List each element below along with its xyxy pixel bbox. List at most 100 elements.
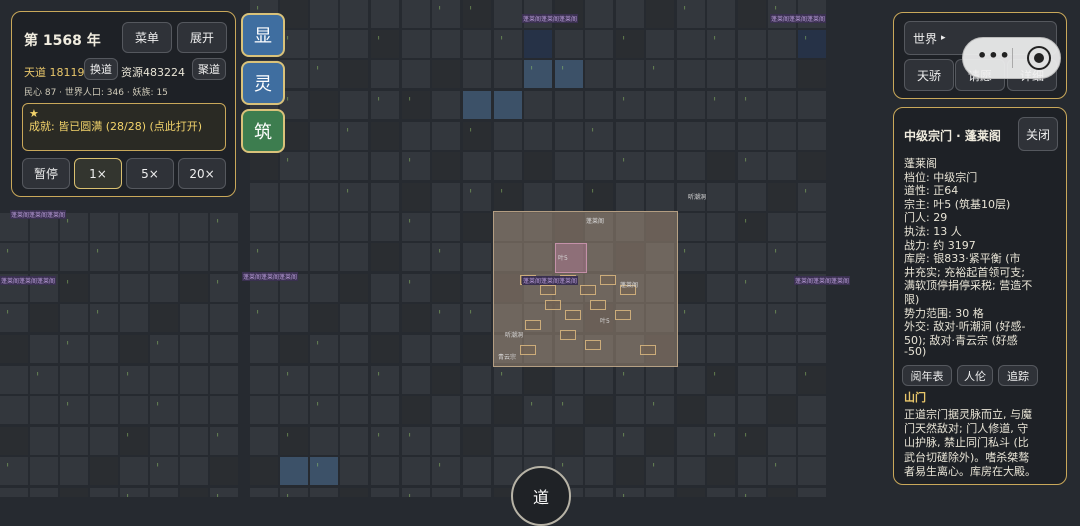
map-tile[interactable] [340,183,368,211]
map-tile[interactable] [310,457,338,485]
map-tile[interactable] [494,0,522,28]
map-tile[interactable] [150,243,178,271]
map-tile[interactable] [798,304,826,332]
map-tile[interactable] [310,488,338,497]
map-tile[interactable] [371,91,399,119]
speed-5x-button[interactable]: 5× [126,158,174,189]
map-tile[interactable] [60,274,88,302]
map-tile[interactable] [524,427,552,455]
map-tile[interactable] [90,335,118,363]
map-tile[interactable] [463,183,491,211]
expand-button[interactable]: 展开 [177,22,227,53]
map-tile[interactable] [677,213,705,241]
map-tile[interactable] [340,366,368,394]
map-tile[interactable] [310,152,338,180]
map-tile[interactable] [310,183,338,211]
map-tile[interactable] [180,457,208,485]
map-tile[interactable] [494,122,522,150]
map-tile[interactable] [340,60,368,88]
map-tile[interactable] [677,60,705,88]
map-tile[interactable] [90,366,118,394]
map-tile[interactable] [310,304,338,332]
map-tile[interactable] [340,457,368,485]
map-tile[interactable] [798,122,826,150]
map-tile[interactable] [768,213,796,241]
map-tile[interactable] [677,30,705,58]
map-tile[interactable] [677,396,705,424]
map-tile[interactable] [371,335,399,363]
map-tile[interactable] [371,183,399,211]
map-tile[interactable] [738,274,766,302]
map-tile[interactable] [280,488,308,497]
map-tile[interactable] [463,427,491,455]
map-tile[interactable] [180,427,208,455]
map-tile[interactable] [250,335,278,363]
map-tile[interactable] [402,427,430,455]
map-tile[interactable] [798,427,826,455]
map-tile[interactable] [310,0,338,28]
map-tile[interactable] [432,60,460,88]
map-tile[interactable] [707,366,735,394]
map-tile[interactable] [250,183,278,211]
map-tile[interactable] [432,366,460,394]
map-tile[interactable] [585,183,613,211]
map-tile[interactable] [30,335,58,363]
map-tile[interactable] [150,457,178,485]
map-tile[interactable] [371,488,399,497]
map-tile[interactable] [30,304,58,332]
map-tile[interactable] [402,122,430,150]
map-tile[interactable] [585,152,613,180]
map-tile[interactable] [555,427,583,455]
map-tile[interactable] [677,335,705,363]
show-toggle-button[interactable]: 显 [241,13,285,57]
map-tile[interactable] [646,488,674,497]
map-tile[interactable] [494,396,522,424]
map-tile[interactable] [677,304,705,332]
map-tile[interactable] [585,488,613,497]
map-tile[interactable] [524,122,552,150]
map-tile[interactable] [120,457,148,485]
map-tile[interactable] [310,335,338,363]
map-tile[interactable] [310,91,338,119]
map-tile[interactable] [768,366,796,394]
map-tile[interactable] [707,30,735,58]
pause-button[interactable]: 暂停 [22,158,70,189]
map-tile[interactable] [432,213,460,241]
map-tile[interactable] [90,304,118,332]
map-tile[interactable] [707,457,735,485]
map-tile[interactable] [150,427,178,455]
build-toggle-button[interactable]: 筑 [241,109,285,153]
map-tile[interactable] [616,427,644,455]
map-tile[interactable] [494,60,522,88]
map-tile[interactable] [646,396,674,424]
map-tile[interactable] [280,366,308,394]
map-tile[interactable] [585,122,613,150]
map-tile[interactable] [250,427,278,455]
map-tile[interactable] [463,457,491,485]
map-tile[interactable] [150,274,178,302]
map-tile[interactable] [646,457,674,485]
map-tile[interactable] [707,0,735,28]
map-tile[interactable] [30,396,58,424]
map-tile[interactable] [280,213,308,241]
map-tile[interactable] [210,335,238,363]
map-tile[interactable] [310,60,338,88]
map-tile[interactable] [555,30,583,58]
map-tile[interactable] [210,243,238,271]
map-tile[interactable] [250,304,278,332]
map-tile[interactable] [30,366,58,394]
map-tile[interactable] [463,152,491,180]
map-tile[interactable] [210,274,238,302]
map-tile[interactable] [180,488,208,497]
relations-tab[interactable]: 人伦 [957,365,993,386]
map-tile[interactable] [402,274,430,302]
map-tile[interactable] [463,304,491,332]
map-tile[interactable] [463,274,491,302]
map-tile[interactable] [90,457,118,485]
map-tile[interactable] [120,427,148,455]
map-tile[interactable] [768,30,796,58]
map-tile[interactable] [646,60,674,88]
map-tile[interactable] [798,366,826,394]
map-tile[interactable] [371,304,399,332]
map-tile[interactable] [340,0,368,28]
